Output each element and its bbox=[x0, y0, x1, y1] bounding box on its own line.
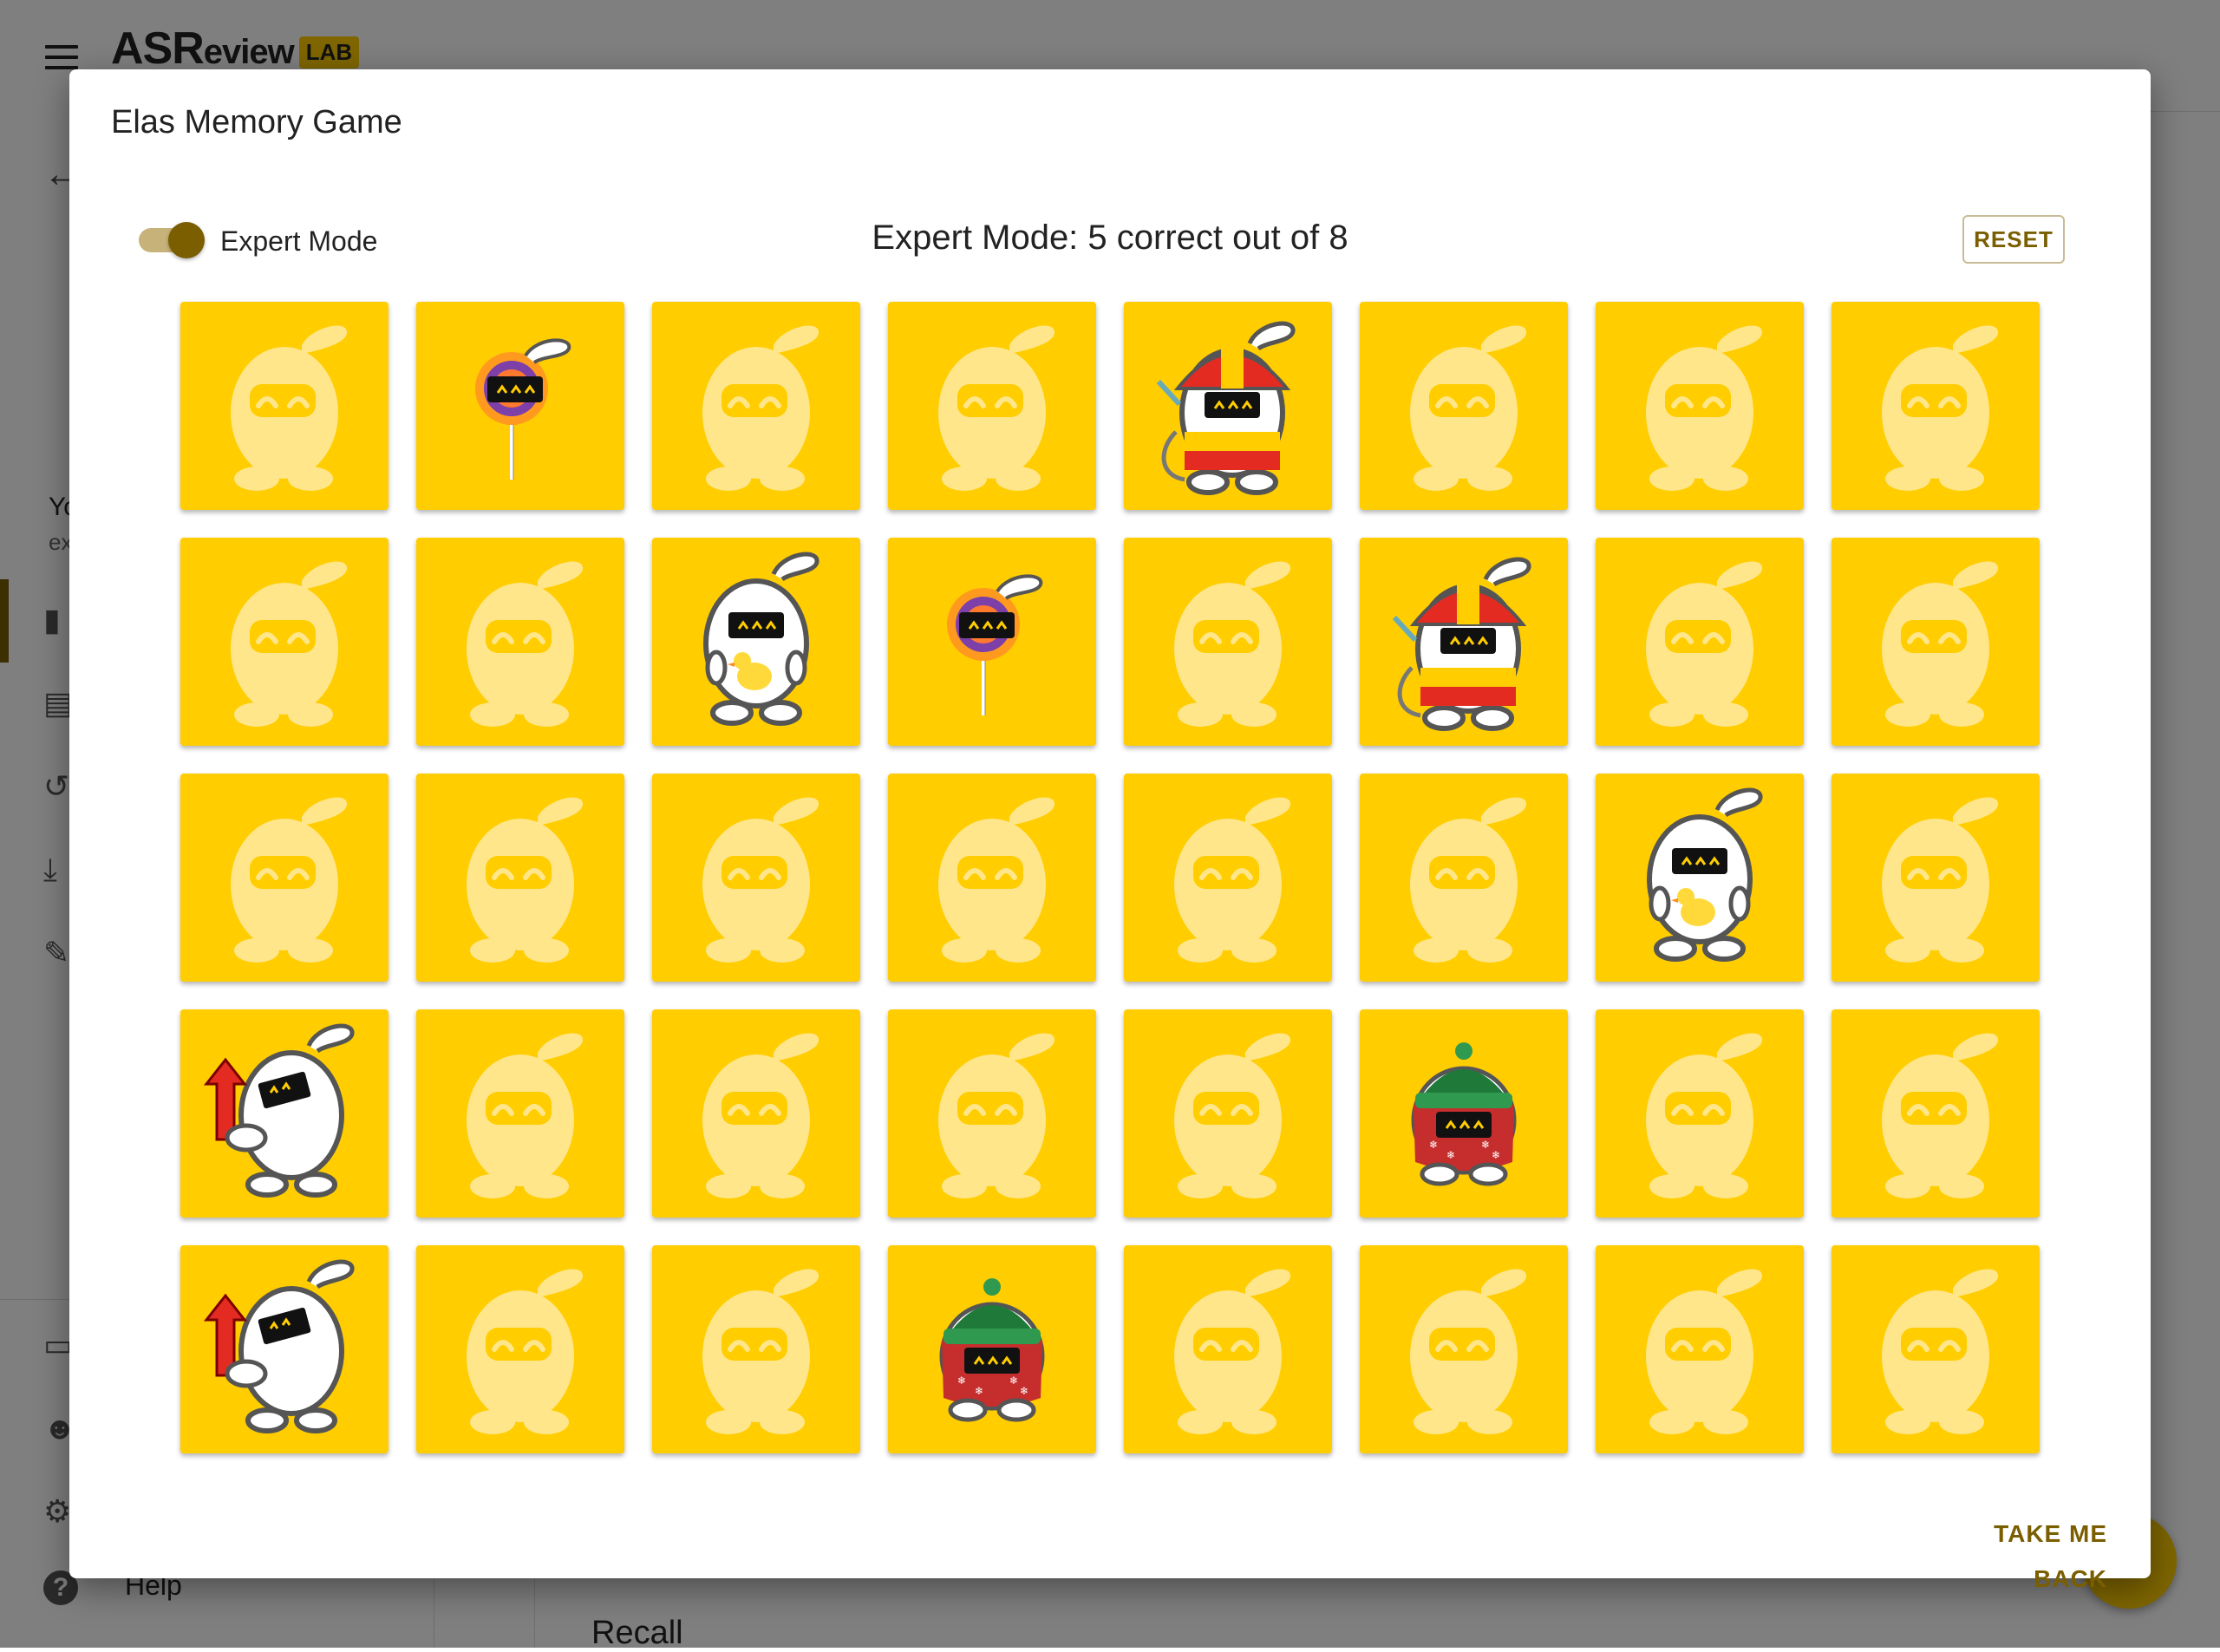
back-card-image bbox=[231, 561, 348, 727]
back-card-image bbox=[1410, 797, 1527, 963]
arrow-card-image bbox=[203, 1023, 355, 1198]
memory-card-facedown[interactable] bbox=[1596, 538, 1804, 746]
memory-card-lollipop[interactable] bbox=[888, 538, 1096, 746]
back-card-image bbox=[467, 1033, 584, 1198]
svg-text:❄: ❄ bbox=[1429, 1139, 1438, 1151]
svg-text:❄: ❄ bbox=[957, 1374, 966, 1387]
memory-card-facedown[interactable] bbox=[888, 774, 1096, 982]
back-card-image bbox=[938, 325, 1055, 491]
back-card-image bbox=[938, 797, 1055, 963]
expert-mode-label[interactable]: Expert Mode bbox=[220, 225, 377, 258]
winter-card-image: ❄❄❄❄ bbox=[1411, 1042, 1517, 1186]
memory-card-facedown[interactable] bbox=[888, 302, 1096, 510]
memory-card-winter[interactable]: ❄ ❄ ❄ ❄ bbox=[1360, 1009, 1568, 1218]
arrow-card-image bbox=[203, 1259, 355, 1433]
take-me-back-button[interactable]: TAKE ME BACK bbox=[1934, 1512, 2107, 1592]
duck-card-image bbox=[1647, 787, 1763, 962]
back-card-image bbox=[467, 561, 584, 727]
memory-card-facedown[interactable] bbox=[1360, 302, 1568, 510]
reset-button[interactable]: RESET bbox=[1962, 215, 2065, 264]
back-card-image bbox=[1882, 1269, 1999, 1434]
back-card-image bbox=[1646, 1033, 1763, 1198]
back-card-image bbox=[1882, 1033, 1999, 1198]
memory-card-facedown[interactable] bbox=[1124, 774, 1332, 982]
memory-card-duck[interactable] bbox=[652, 538, 860, 746]
memory-card-facedown[interactable] bbox=[1832, 302, 2040, 510]
memory-card-lollipop[interactable] bbox=[416, 302, 624, 510]
memory-card-facedown[interactable] bbox=[180, 774, 388, 982]
lollipop-card-image bbox=[475, 338, 571, 480]
memory-card-winter[interactable]: ❄ ❄ ❄ ❄ bbox=[888, 1245, 1096, 1453]
score-text: Expert Mode: 5 correct out of 8 bbox=[872, 219, 1348, 257]
back-card-image bbox=[231, 325, 348, 491]
back-card-image bbox=[938, 1033, 1055, 1198]
memory-card-facedown[interactable] bbox=[1596, 302, 1804, 510]
memory-card-facedown[interactable] bbox=[652, 774, 860, 982]
memory-card-facedown[interactable] bbox=[416, 1245, 624, 1453]
memory-card-facedown[interactable] bbox=[1596, 1009, 1804, 1218]
back-card-image bbox=[1882, 797, 1999, 963]
back-card-image bbox=[1882, 325, 1999, 491]
memory-card-facedown[interactable] bbox=[416, 538, 624, 746]
back-card-image bbox=[1174, 1033, 1291, 1198]
memory-game-dialog: Elas Memory Game Expert Mode Expert Mode… bbox=[69, 69, 2151, 1592]
memory-card-facedown[interactable] bbox=[1832, 538, 2040, 746]
back-card-image bbox=[1882, 561, 1999, 727]
firefighter-card-image bbox=[1156, 321, 1296, 495]
lollipop-card-image bbox=[947, 574, 1043, 715]
back-card-image bbox=[1646, 325, 1763, 491]
memory-card-facedown[interactable] bbox=[1360, 1245, 1568, 1453]
memory-card-facedown[interactable] bbox=[416, 774, 624, 982]
dialog-title: Elas Memory Game bbox=[111, 104, 402, 140]
back-card-image bbox=[1646, 561, 1763, 727]
memory-card-facedown[interactable] bbox=[652, 1009, 860, 1218]
toggle-thumb bbox=[168, 222, 205, 258]
memory-card-facedown[interactable] bbox=[1832, 774, 2040, 982]
memory-card-facedown[interactable] bbox=[652, 1245, 860, 1453]
memory-card-facedown[interactable] bbox=[1360, 774, 1568, 982]
firefighter-card-image bbox=[1392, 557, 1531, 731]
memory-card-facedown[interactable] bbox=[888, 1009, 1096, 1218]
card-grid: ❄ ❄ ❄ ❄ ❄ ❄ ❄ ❄ bbox=[180, 302, 2040, 1453]
back-card-image bbox=[467, 1269, 584, 1434]
back-card-image bbox=[1646, 1269, 1763, 1434]
back-card-image bbox=[1410, 1269, 1527, 1434]
svg-text:❄: ❄ bbox=[1492, 1149, 1500, 1161]
back-card-image bbox=[1174, 797, 1291, 963]
memory-card-facedown[interactable] bbox=[652, 302, 860, 510]
memory-card-facedown[interactable] bbox=[1124, 538, 1332, 746]
svg-text:❄: ❄ bbox=[1020, 1385, 1028, 1397]
back-card-image bbox=[467, 797, 584, 963]
back-card-image bbox=[702, 797, 819, 963]
back-card-image bbox=[702, 1033, 819, 1198]
svg-text:❄: ❄ bbox=[1446, 1149, 1455, 1161]
memory-card-facedown[interactable] bbox=[416, 1009, 624, 1218]
memory-card-facedown[interactable] bbox=[1832, 1245, 2040, 1453]
memory-card-duck[interactable] bbox=[1596, 774, 1804, 982]
duck-card-image bbox=[703, 552, 819, 726]
back-card-image bbox=[1410, 325, 1527, 491]
expert-mode-toggle[interactable] bbox=[139, 219, 205, 262]
memory-card-arrow[interactable] bbox=[180, 1245, 388, 1453]
memory-card-facedown[interactable] bbox=[1124, 1245, 1332, 1453]
svg-text:❄: ❄ bbox=[975, 1385, 983, 1397]
memory-card-facedown[interactable] bbox=[180, 538, 388, 746]
back-card-image bbox=[702, 1269, 819, 1434]
memory-card-arrow[interactable] bbox=[180, 1009, 388, 1218]
back-card-image bbox=[1174, 1269, 1291, 1434]
back-card-image bbox=[1174, 561, 1291, 727]
svg-text:❄: ❄ bbox=[1481, 1139, 1490, 1151]
memory-card-facedown[interactable] bbox=[1124, 1009, 1332, 1218]
memory-card-facedown[interactable] bbox=[1832, 1009, 2040, 1218]
memory-card-firefighter[interactable] bbox=[1360, 538, 1568, 746]
back-card-image bbox=[702, 325, 819, 491]
winter-card-image: ❄❄❄❄ bbox=[939, 1278, 1045, 1422]
svg-text:❄: ❄ bbox=[1009, 1374, 1018, 1387]
back-card-image bbox=[231, 797, 348, 963]
memory-card-firefighter[interactable] bbox=[1124, 302, 1332, 510]
memory-card-facedown[interactable] bbox=[1596, 1245, 1804, 1453]
memory-card-facedown[interactable] bbox=[180, 302, 388, 510]
